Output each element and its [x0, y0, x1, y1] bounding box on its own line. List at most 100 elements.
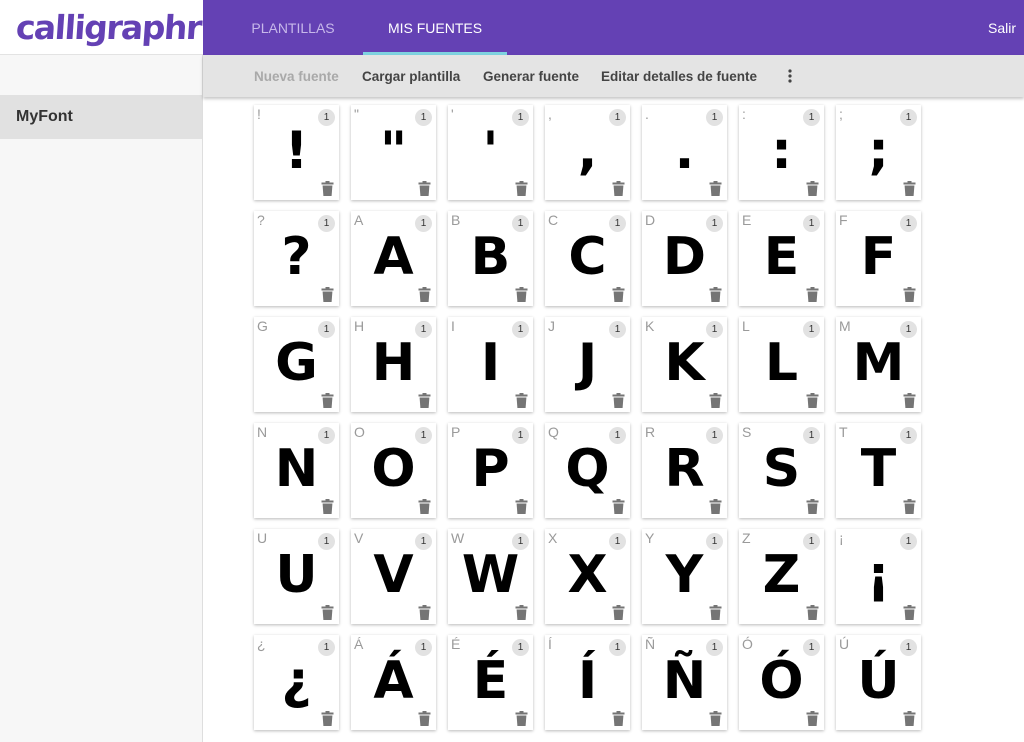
trash-icon[interactable]	[515, 287, 528, 302]
trash-icon[interactable]	[321, 711, 334, 726]
trash-icon[interactable]	[709, 499, 722, 514]
logo-area[interactable]: calligraphr	[0, 0, 203, 55]
glyph-cell[interactable]: ¿ 1 ¿	[254, 635, 339, 730]
trash-icon[interactable]	[709, 393, 722, 408]
tab-mis-fuentes[interactable]: MIS FUENTES	[363, 0, 507, 55]
trash-icon[interactable]	[709, 711, 722, 726]
glyph-cell[interactable]: :1:	[739, 105, 824, 200]
trash-icon[interactable]	[903, 499, 916, 514]
glyph-cell[interactable]: ,1,	[545, 105, 630, 200]
glyph-cell[interactable]: B1B	[448, 211, 533, 306]
trash-icon[interactable]	[321, 605, 334, 620]
glyph-cell[interactable]: H1H	[351, 317, 436, 412]
trash-icon[interactable]	[903, 605, 916, 620]
glyph-cell[interactable]: ' 1 '	[448, 105, 533, 200]
glyph-cell[interactable]: E1E	[739, 211, 824, 306]
glyph-cell[interactable]: X1X	[545, 529, 630, 624]
glyph-cell[interactable]: V1V	[351, 529, 436, 624]
glyph-cell[interactable]: A1A	[351, 211, 436, 306]
glyph-cell[interactable]: ? 1?	[254, 211, 339, 306]
glyph-cell[interactable]: J1J	[545, 317, 630, 412]
trash-icon[interactable]	[418, 393, 431, 408]
trash-icon[interactable]	[321, 499, 334, 514]
generate-font-button[interactable]: Generar fuente	[483, 55, 579, 97]
trash-icon[interactable]	[806, 287, 819, 302]
glyph-preview: K	[664, 333, 705, 393]
trash-icon[interactable]	[612, 499, 625, 514]
trash-icon[interactable]	[903, 393, 916, 408]
calligraphr-logo: calligraphr	[14, 7, 203, 47]
trash-icon[interactable]	[806, 605, 819, 620]
glyph-cell[interactable]: .1.	[642, 105, 727, 200]
glyph-cell[interactable]: Ñ1Ñ	[642, 635, 727, 730]
trash-icon[interactable]	[612, 605, 625, 620]
trash-icon[interactable]	[709, 605, 722, 620]
glyph-cell[interactable]: Ó1Ó	[739, 635, 824, 730]
glyph-preview: U	[275, 545, 318, 605]
trash-icon[interactable]	[418, 605, 431, 620]
trash-icon[interactable]	[612, 711, 625, 726]
glyph-cell[interactable]: P1P	[448, 423, 533, 518]
trash-icon[interactable]	[321, 181, 334, 196]
trash-icon[interactable]	[515, 393, 528, 408]
trash-icon[interactable]	[806, 711, 819, 726]
glyph-cell[interactable]: Í1Í	[545, 635, 630, 730]
trash-icon[interactable]	[418, 181, 431, 196]
trash-icon[interactable]	[806, 499, 819, 514]
glyph-cell[interactable]: T1T	[836, 423, 921, 518]
trash-icon[interactable]	[612, 393, 625, 408]
glyph-cell[interactable]: I1I	[448, 317, 533, 412]
glyph-cell[interactable]: U1U	[254, 529, 339, 624]
glyph-cell[interactable]: Ú1Ú	[836, 635, 921, 730]
trash-icon[interactable]	[806, 181, 819, 196]
glyph-cell[interactable]: S1S	[739, 423, 824, 518]
glyph-cell[interactable]: F1F	[836, 211, 921, 306]
edit-font-details-button[interactable]: Editar detalles de fuente	[601, 55, 757, 97]
glyph-cell[interactable]: L1L	[739, 317, 824, 412]
tab-plantillas[interactable]: PLANTILLAS	[235, 0, 351, 55]
trash-icon[interactable]	[418, 287, 431, 302]
trash-icon[interactable]	[612, 287, 625, 302]
trash-icon[interactable]	[903, 711, 916, 726]
glyph-cell[interactable]: K1K	[642, 317, 727, 412]
sidebar-item-myfont[interactable]: MyFont	[0, 95, 202, 139]
glyph-cell[interactable]: G1G	[254, 317, 339, 412]
glyph-cell[interactable]: M1M	[836, 317, 921, 412]
trash-icon[interactable]	[709, 287, 722, 302]
glyph-cell[interactable]: R1R	[642, 423, 727, 518]
glyph-cell[interactable]: D1D	[642, 211, 727, 306]
glyph-cell[interactable]: Q1Q	[545, 423, 630, 518]
glyph-preview: R	[664, 439, 705, 499]
trash-icon[interactable]	[515, 499, 528, 514]
glyph-cell[interactable]: ! 1!	[254, 105, 339, 200]
trash-icon[interactable]	[806, 393, 819, 408]
glyph-preview: Y	[665, 545, 704, 605]
trash-icon[interactable]	[321, 393, 334, 408]
glyph-cell[interactable]: Y1Y	[642, 529, 727, 624]
trash-icon[interactable]	[418, 711, 431, 726]
glyph-cell[interactable]: " 1 "	[351, 105, 436, 200]
trash-icon[interactable]	[418, 499, 431, 514]
trash-icon[interactable]	[903, 181, 916, 196]
trash-icon[interactable]	[709, 181, 722, 196]
glyph-cell[interactable]: N1N	[254, 423, 339, 518]
glyph-cell[interactable]: C1C	[545, 211, 630, 306]
new-font-button[interactable]: Nueva fuente	[254, 55, 339, 97]
trash-icon[interactable]	[515, 605, 528, 620]
glyph-cell[interactable]: W1W	[448, 529, 533, 624]
glyph-cell[interactable]: O1O	[351, 423, 436, 518]
glyph-cell[interactable]: Á1Á	[351, 635, 436, 730]
load-template-button[interactable]: Cargar plantilla	[362, 55, 460, 97]
glyph-cell[interactable]: ; 1;	[836, 105, 921, 200]
more-vert-icon[interactable]	[783, 55, 797, 97]
trash-icon[interactable]	[515, 711, 528, 726]
glyph-cell[interactable]: Z1Z	[739, 529, 824, 624]
trash-icon[interactable]	[903, 287, 916, 302]
trash-icon[interactable]	[321, 287, 334, 302]
glyph-cell[interactable]: É1É	[448, 635, 533, 730]
glyph-cell[interactable]: ¡ 1 ¡	[836, 529, 921, 624]
trash-icon[interactable]	[612, 181, 625, 196]
trash-icon[interactable]	[515, 181, 528, 196]
logout-link[interactable]: Salir	[988, 0, 1016, 55]
glyph-preview: P	[471, 439, 510, 499]
